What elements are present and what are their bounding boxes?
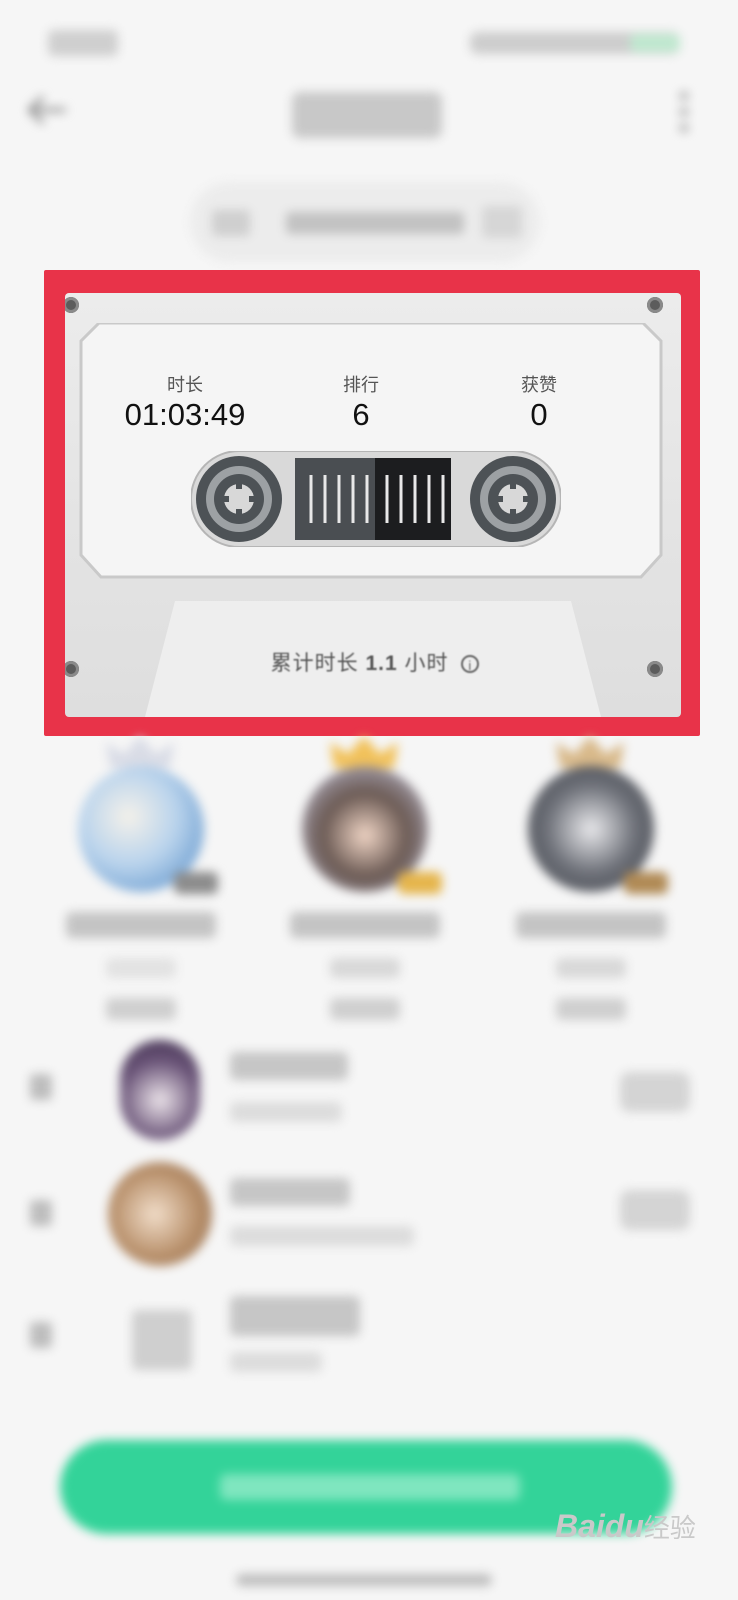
list-subtitle [230,1102,342,1122]
page-title [292,92,442,138]
total-duration-unit: 小时 [404,652,449,675]
cassette-label: 时长 01:03:49 排行 6 获赞 0 [79,323,663,585]
rank-number [30,1074,52,1100]
total-duration[interactable]: 累计时长 1.1 小时 i [235,647,515,677]
avatar[interactable] [108,1162,212,1266]
duration-value: 01:03:49 [124,397,246,432]
rank-badge [398,872,442,894]
rank-badge [174,872,218,894]
thumbs-up-icon[interactable] [330,998,400,1020]
list-subtitle [230,1352,322,1372]
period-selector[interactable] [190,182,540,262]
podium-name [290,912,440,938]
battery-icon [630,34,680,52]
thumbs-up-icon[interactable] [620,1190,690,1230]
thumbs-up-icon[interactable] [620,1072,690,1112]
stat-duration: 时长 01:03:49 [105,375,265,433]
arrow-left-icon[interactable] [20,90,70,130]
tape-reels [191,451,561,547]
baidu-watermark: Baidu经验 [555,1508,696,1568]
screw-icon [65,297,79,313]
avatar[interactable] [132,1310,192,1370]
duration-label: 时长 [167,375,203,395]
status-bar [0,0,738,90]
podium-second[interactable] [56,732,226,1020]
status-time [48,30,118,56]
rank-badge [624,872,668,894]
thumbs-up-icon[interactable] [106,998,176,1020]
podium-subtitle [556,958,626,978]
list-item[interactable] [0,1158,738,1268]
list-item[interactable] [0,1284,738,1394]
info-circle-icon[interactable]: i [461,655,480,674]
podium-subtitle [106,958,176,978]
more-vertical-icon[interactable] [672,88,696,138]
list-name [230,1178,350,1206]
podium-third[interactable] [506,732,676,1020]
watermark-suffix: 经验 [643,1513,696,1543]
list-name [230,1296,360,1336]
podium-first[interactable] [280,732,450,1020]
stat-likes: 获赞 0 [459,375,619,433]
avatar[interactable] [120,1040,200,1140]
podium-name [516,912,666,938]
watermark-paw: du [604,1508,644,1544]
list-name [230,1052,348,1080]
list-item[interactable] [0,1032,738,1142]
screw-icon [647,661,663,677]
home-indicator [236,1574,492,1586]
likes-label: 获赞 [521,375,557,395]
total-duration-value: 1.1 [365,652,398,675]
rank-label: 排行 [343,375,379,395]
thumbs-up-icon[interactable] [556,998,626,1020]
rank-number [30,1200,52,1226]
total-duration-label: 累计时长 [270,652,359,675]
podium-name [66,912,216,938]
rank-value: 6 [352,397,370,432]
rank-number [30,1322,52,1348]
watermark-brand: Bai [555,1508,605,1544]
cassette-card: 时长 01:03:49 排行 6 获赞 0 累计时长 1.1 小时 i [65,293,681,717]
list-subtitle [230,1226,414,1246]
screw-icon [65,661,79,677]
screw-icon [647,297,663,313]
stat-rank: 排行 6 [281,375,441,433]
podium-subtitle [330,958,400,978]
likes-value: 0 [530,397,548,432]
